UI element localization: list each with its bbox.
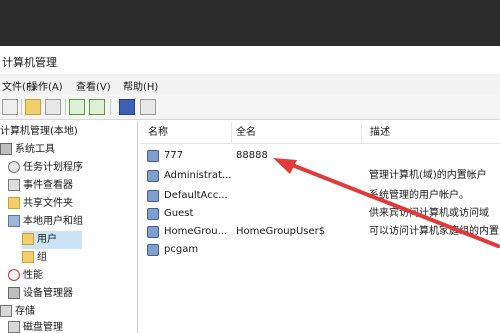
cell-description: 可以访问计算机家庭组的内置 (369, 226, 499, 237)
cell-fullname (236, 206, 364, 222)
column-header-name[interactable]: 名称 (148, 123, 168, 143)
help-icon[interactable] (119, 99, 135, 115)
cell-fullname: HomeGroupUser$ (236, 226, 326, 237)
tree-item-device-manager[interactable]: 设备管理器 (8, 285, 73, 303)
toolbar (0, 94, 500, 120)
disk-icon (8, 321, 20, 333)
menu-action[interactable]: 操作(A) (28, 78, 63, 93)
tree-item-local-users-groups[interactable]: 本地用户和组 (8, 213, 83, 231)
user-icon (147, 244, 159, 256)
cell-name: DefaultAcc... (164, 190, 228, 201)
toolbar-separator (110, 99, 111, 115)
tree-item-disk-management[interactable]: 磁盘管理 (8, 319, 63, 333)
tree-item-label: 系统工具 (15, 144, 55, 155)
menu-view[interactable]: 查看(V) (76, 78, 111, 93)
tree-item-label: 共享文件夹 (23, 198, 73, 209)
shared-folder-icon (8, 197, 20, 209)
tools-icon (0, 143, 12, 155)
properties-icon[interactable] (140, 99, 156, 115)
cell-fullname (236, 168, 364, 184)
tree-item-label: 任务计划程序 (23, 162, 83, 173)
tree-item-label: 本地用户和组 (23, 216, 83, 227)
device-manager-icon (8, 287, 20, 299)
top-dark-strip (0, 0, 500, 46)
storage-icon (0, 305, 12, 317)
tree-item-performance[interactable]: 性能 (8, 267, 43, 285)
menu-bar: 文件(F) 操作(A) 查看(V) 帮助(H) (0, 74, 500, 94)
title-bar: 计算机管理 (0, 46, 500, 74)
tree-item-groups[interactable]: 组 (22, 249, 47, 267)
column-header-description[interactable]: 描述 (370, 123, 390, 143)
tree-item-label: 存储 (15, 306, 35, 317)
cell-fullname (236, 188, 364, 204)
table-row[interactable]: DefaultAcc... 系统管理的用户帐户。 (140, 185, 500, 205)
cell-name: Guest (164, 208, 194, 219)
header-divider (140, 143, 500, 144)
cell-name: HomeGrou... (164, 226, 228, 237)
folder-icon (22, 233, 34, 245)
folder-icon (22, 251, 34, 263)
toolbar-separator (65, 99, 66, 115)
tree-item-system-tools[interactable]: 系统工具 (0, 141, 55, 159)
clock-icon (8, 161, 20, 173)
tree-item-task-scheduler[interactable]: 任务计划程序 (8, 159, 83, 177)
user-icon (147, 190, 159, 202)
tree-item-label: 设备管理器 (23, 288, 73, 299)
tree-item-label: 事件查看器 (23, 180, 73, 191)
tree-item-label: 磁盘管理 (23, 322, 63, 333)
cell-fullname (236, 242, 364, 258)
tree-item-label: 用户 (37, 234, 57, 245)
table-row[interactable]: pcgam (140, 239, 500, 259)
tree-item-computer-management[interactable]: 计算机管理(本地) (0, 123, 78, 141)
user-icon (147, 170, 159, 182)
tree-item-label: 性能 (23, 270, 43, 281)
cell-name: Administrat... (164, 170, 232, 181)
refresh-icon[interactable] (69, 99, 85, 115)
column-divider[interactable] (361, 123, 362, 143)
tree-item-event-viewer[interactable]: 事件查看器 (8, 177, 73, 195)
tree-item-label: 计算机管理(本地) (0, 126, 78, 137)
cell-description (369, 242, 500, 258)
tree-item-label: 组 (37, 252, 47, 263)
up-folder-icon[interactable] (25, 99, 41, 115)
menu-help[interactable]: 帮助(H) (123, 78, 158, 93)
event-viewer-icon (8, 179, 20, 191)
cell-name: pcgam (164, 244, 199, 255)
table-row[interactable]: Guest 供来宾访问计算机或访问域 (140, 203, 500, 223)
cell-description (369, 148, 500, 164)
cell-name: 777 (164, 150, 184, 161)
back-arrow-icon[interactable] (2, 99, 18, 115)
window-title: 计算机管理 (2, 56, 57, 69)
column-header-fullname[interactable]: 全名 (236, 123, 256, 143)
show-tree-icon[interactable] (45, 99, 61, 115)
performance-icon (8, 269, 20, 281)
cell-description: 管理计算机(域)的内置帐户 (369, 170, 487, 181)
table-row[interactable]: 777 88888 (140, 145, 500, 165)
table-row[interactable]: HomeGrou... HomeGroupUser$ 可以访问计算机家庭组的内置 (140, 221, 500, 241)
toolbar-separator (21, 99, 22, 115)
cell-fullname: 88888 (236, 150, 268, 161)
export-icon[interactable] (89, 99, 105, 115)
cell-description: 系统管理的用户帐户。 (369, 190, 469, 201)
tree-item-users[interactable]: 用户 (22, 231, 82, 249)
column-divider[interactable] (231, 123, 232, 143)
tree-item-shared-folders[interactable]: 共享文件夹 (8, 195, 73, 213)
cell-description: 供来宾访问计算机或访问域 (369, 208, 489, 219)
user-icon (147, 226, 159, 238)
user-icon (147, 150, 159, 162)
table-row[interactable]: Administrat... 管理计算机(域)的内置帐户 (140, 165, 500, 185)
users-group-icon (8, 215, 20, 227)
user-icon (147, 208, 159, 220)
